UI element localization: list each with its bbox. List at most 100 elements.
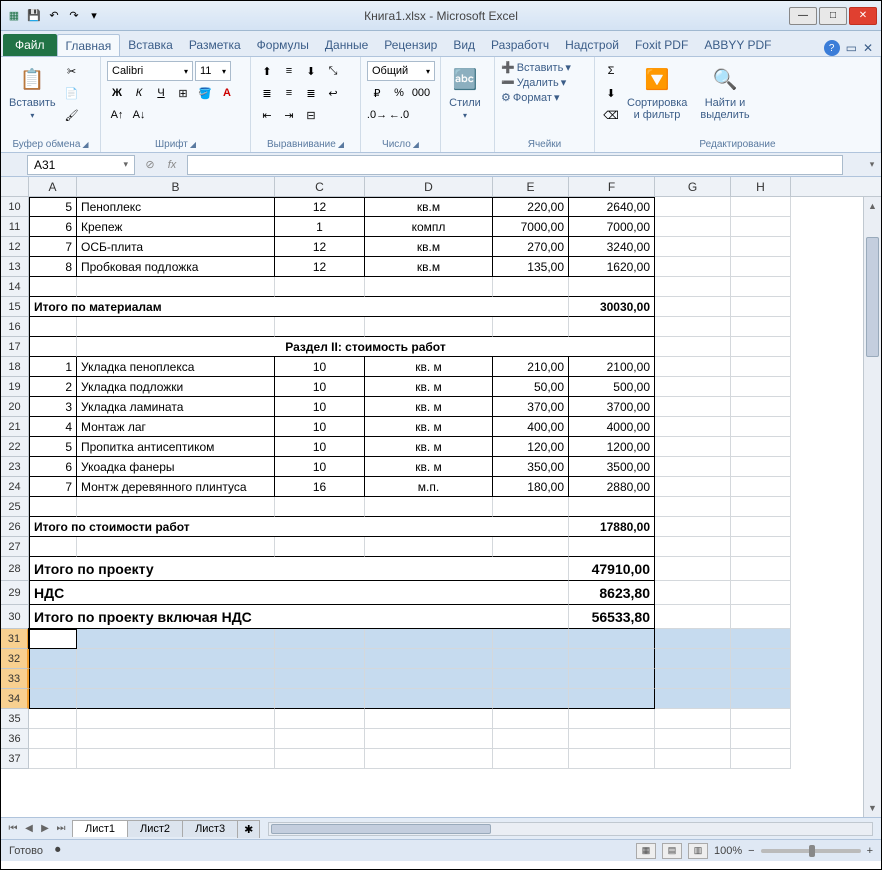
tab-view[interactable]: Вид <box>445 34 483 56</box>
cell[interactable]: 3500,00 <box>569 457 655 477</box>
close-button[interactable]: ✕ <box>849 7 877 25</box>
cell[interactable]: 2100,00 <box>569 357 655 377</box>
rowhead-35[interactable]: 35 <box>1 709 29 729</box>
cell[interactable] <box>655 457 731 477</box>
cell[interactable] <box>569 729 655 749</box>
cell[interactable]: 1620,00 <box>569 257 655 277</box>
shrink-font-icon[interactable]: A↓ <box>129 105 149 125</box>
cell[interactable] <box>655 217 731 237</box>
fill-color-icon[interactable]: 🪣 <box>195 83 215 103</box>
cell[interactable] <box>569 749 655 769</box>
cell[interactable] <box>29 669 77 689</box>
cell[interactable] <box>731 397 791 417</box>
cell[interactable] <box>731 537 791 557</box>
cell[interactable] <box>77 749 275 769</box>
rowhead-34[interactable]: 34 <box>1 689 29 709</box>
cell[interactable] <box>655 337 731 357</box>
cell[interactable] <box>731 277 791 297</box>
cell[interactable]: 30030,00 <box>569 297 655 317</box>
new-sheet-icon[interactable]: ✱ <box>237 820 260 838</box>
cell[interactable] <box>569 709 655 729</box>
format-painter-icon[interactable]: 🖌 <box>62 105 82 125</box>
cell[interactable] <box>77 709 275 729</box>
currency-icon[interactable]: ₽ <box>367 83 387 103</box>
font-name-combo[interactable]: Calibri▾ <box>107 61 193 81</box>
rowhead-12[interactable]: 12 <box>1 237 29 257</box>
clipboard-dialog-icon[interactable]: ◢ <box>82 140 88 149</box>
orientation-icon[interactable]: ⤡ <box>323 61 343 81</box>
tab-foxit[interactable]: Foxit PDF <box>627 34 696 56</box>
cell[interactable] <box>77 729 275 749</box>
cell[interactable]: 10 <box>275 437 365 457</box>
cell[interactable]: 3700,00 <box>569 397 655 417</box>
cell[interactable] <box>365 629 493 649</box>
cell[interactable] <box>731 729 791 749</box>
cell[interactable] <box>493 537 569 557</box>
rowhead-14[interactable]: 14 <box>1 277 29 297</box>
hscroll-thumb[interactable] <box>271 824 491 834</box>
cell[interactable]: 17880,00 <box>569 517 655 537</box>
cell[interactable] <box>569 649 655 669</box>
cell[interactable]: Итого по проекту <box>29 557 569 581</box>
font-dialog-icon[interactable]: ◢ <box>190 140 196 149</box>
wrap-text-icon[interactable]: ↩ <box>323 83 343 103</box>
cell[interactable] <box>275 497 365 517</box>
cell[interactable] <box>77 277 275 297</box>
tab-data[interactable]: Данные <box>317 34 376 56</box>
cell[interactable]: 4 <box>29 417 77 437</box>
cell[interactable] <box>731 457 791 477</box>
cell[interactable]: Итого по материалам <box>29 297 569 317</box>
zoom-knob[interactable] <box>809 845 815 857</box>
col-F[interactable]: F <box>569 177 655 196</box>
underline-icon[interactable]: Ч <box>151 83 171 103</box>
cell[interactable] <box>569 629 655 649</box>
cell[interactable] <box>655 497 731 517</box>
sheet-tab-1[interactable]: Лист1 <box>72 820 128 837</box>
cell[interactable] <box>29 537 77 557</box>
scroll-down-icon[interactable]: ▼ <box>864 799 881 817</box>
rowhead-27[interactable]: 27 <box>1 537 29 557</box>
decrease-decimal-icon[interactable]: ←.0 <box>389 105 409 125</box>
number-dialog-icon[interactable]: ◢ <box>413 140 419 149</box>
cell[interactable]: 7 <box>29 237 77 257</box>
cell[interactable] <box>655 709 731 729</box>
excel-icon[interactable]: ▦ <box>5 7 23 25</box>
merge-icon[interactable]: ⊟ <box>301 105 321 125</box>
zoom-in-icon[interactable]: + <box>867 845 873 857</box>
comma-icon[interactable]: 000 <box>411 83 431 103</box>
cell[interactable] <box>365 649 493 669</box>
maximize-button[interactable]: □ <box>819 7 847 25</box>
qat-more-icon[interactable]: ▾ <box>85 7 103 25</box>
cell[interactable] <box>29 689 77 709</box>
save-icon[interactable]: 💾 <box>25 7 43 25</box>
tab-abbyy[interactable]: ABBYY PDF <box>696 34 779 56</box>
cell[interactable] <box>655 257 731 277</box>
cell[interactable] <box>77 537 275 557</box>
rowhead-29[interactable]: 29 <box>1 581 29 605</box>
rowhead-17[interactable]: 17 <box>1 337 29 357</box>
cell[interactable]: 2640,00 <box>569 197 655 217</box>
cell[interactable]: 5 <box>29 437 77 457</box>
cell[interactable] <box>493 649 569 669</box>
grow-font-icon[interactable]: A↑ <box>107 105 127 125</box>
rowhead-37[interactable]: 37 <box>1 749 29 769</box>
cell[interactable]: 2 <box>29 377 77 397</box>
cell[interactable] <box>731 649 791 669</box>
rowhead-31[interactable]: 31 <box>1 629 29 649</box>
col-A[interactable]: A <box>29 177 77 196</box>
cell[interactable] <box>655 237 731 257</box>
autosum-icon[interactable]: Σ <box>601 61 621 81</box>
cell[interactable]: 6 <box>29 217 77 237</box>
fx-cancel-icon[interactable]: ⊘ <box>141 156 159 174</box>
cell[interactable]: Пробковая подложка <box>77 257 275 277</box>
macro-record-icon[interactable]: ⏺ <box>55 844 61 857</box>
cell[interactable] <box>29 497 77 517</box>
rowhead-36[interactable]: 36 <box>1 729 29 749</box>
cell[interactable] <box>655 605 731 629</box>
rowhead-28[interactable]: 28 <box>1 557 29 581</box>
cell[interactable]: Пеноплекс <box>77 197 275 217</box>
rowhead-30[interactable]: 30 <box>1 605 29 629</box>
cell[interactable]: м.п. <box>365 477 493 497</box>
scroll-up-icon[interactable]: ▲ <box>864 197 881 215</box>
cell[interactable]: 8623,80 <box>569 581 655 605</box>
